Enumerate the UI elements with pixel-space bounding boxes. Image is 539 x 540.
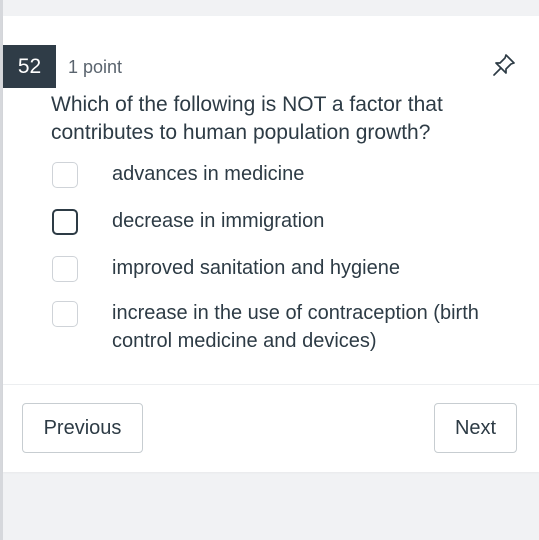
question-number-badge: 52 (3, 45, 56, 88)
previous-button[interactable]: Previous (22, 403, 143, 453)
answer-label[interactable]: improved sanitation and hygiene (112, 254, 522, 282)
question-text: Which of the following is NOT a factor t… (51, 93, 443, 144)
answer-checkbox[interactable] (52, 301, 78, 327)
next-button[interactable]: Next (434, 403, 517, 453)
answer-label[interactable]: decrease in immigration (112, 207, 522, 235)
pin-icon[interactable] (491, 52, 517, 78)
answer-checkbox[interactable] (52, 256, 78, 282)
question-card: 52 1 point Which of the following is NOT… (3, 16, 539, 472)
answer-checkbox[interactable] (52, 209, 78, 235)
answer-checkbox[interactable] (52, 162, 78, 188)
divider (3, 384, 539, 385)
answer-label[interactable]: increase in the use of contraception (bi… (112, 299, 522, 355)
question-points: 1 point (68, 57, 123, 77)
answer-label[interactable]: advances in medicine (112, 160, 522, 188)
